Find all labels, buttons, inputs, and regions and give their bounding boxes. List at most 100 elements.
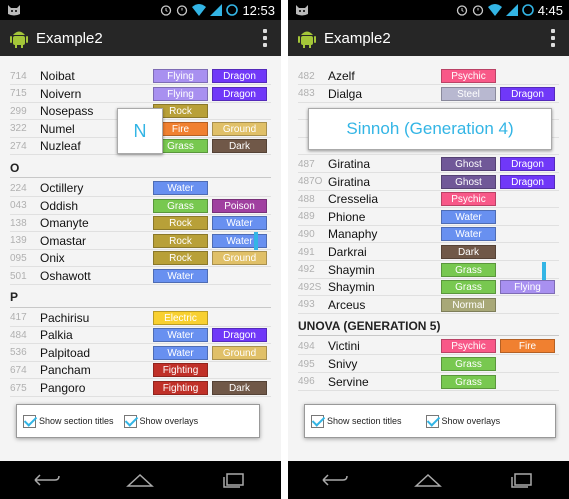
pokedex-number: 488	[298, 193, 315, 205]
back-icon[interactable]	[319, 470, 351, 490]
home-icon[interactable]	[412, 470, 444, 490]
type-badge: Psychic	[441, 69, 496, 83]
list-item[interactable]: 715 Noivern Flying Dragon	[10, 86, 271, 103]
pokemon-name: Onix	[40, 251, 65, 266]
pokedex-number: 139	[10, 235, 27, 247]
show-overlays-checkbox[interactable]: Show overlays	[123, 414, 198, 428]
show-section-titles-checkbox[interactable]: Show section titles	[311, 414, 402, 428]
pokedex-number: 043	[10, 200, 27, 212]
pokemon-name: Palkia	[40, 328, 73, 343]
app-title: Example2	[36, 29, 103, 47]
list-item[interactable]: 224 Octillery Water	[10, 180, 271, 197]
list-item[interactable]: 138 Omanyte Rock Water	[10, 215, 271, 233]
list-item[interactable]: 501 Oshawott Water	[10, 268, 271, 285]
pokemon-name: Giratina	[328, 174, 371, 189]
overflow-menu-icon[interactable]	[257, 26, 273, 50]
section-header: O	[10, 158, 271, 178]
home-icon[interactable]	[124, 470, 156, 490]
type-badge: Ground	[212, 345, 267, 360]
type-badge: Dragon	[500, 157, 555, 171]
pokemon-name: Oddish	[40, 198, 79, 213]
phone-right: 4:45 Example2 482 Azelf Psychic 483 Dialga St…	[288, 0, 569, 499]
pokedex-number: 492S	[298, 281, 322, 293]
list-item[interactable]: 139 Omastar Rock Water	[10, 233, 271, 250]
fast-scroll-thumb[interactable]	[254, 232, 258, 250]
list-item[interactable]: 496 Servine Grass	[298, 374, 559, 391]
recents-icon[interactable]	[218, 470, 250, 490]
pokedex-number: 491	[298, 246, 315, 258]
list-item[interactable]: 492 Shaymin Grass	[298, 262, 559, 279]
pokemon-list-view[interactable]: 482 Azelf Psychic 483 Dialga Steel Dragon 487 Gi…	[288, 56, 569, 461]
section-header: UNOVA (GENERATION 5)	[298, 316, 559, 337]
pokemon-name: Noibat	[40, 69, 75, 83]
wifi-icon	[487, 4, 502, 16]
type-badge: Water	[212, 233, 267, 248]
list-item[interactable]: 483 Dialga Steel Dragon	[298, 86, 559, 103]
android-icon	[10, 31, 28, 48]
pokedex-number: 487O	[298, 176, 323, 188]
type-badge: Dragon	[212, 328, 267, 343]
pokedex-number: 714	[10, 70, 27, 82]
list-item[interactable]: 095 Onix Rock Ground	[10, 250, 271, 268]
pokemon-name: Servine	[328, 374, 369, 389]
list-item[interactable]: 491 Darkrai Dark	[298, 244, 559, 261]
signal-icon	[505, 4, 518, 16]
type-badge: Electric	[153, 310, 208, 325]
pokemon-name: Shaymin	[328, 262, 375, 277]
type-badge: Psychic	[441, 339, 496, 354]
pokedex-number: 274	[10, 140, 27, 152]
type-badge: Dragon	[500, 86, 555, 101]
pokedex-number: 322	[10, 123, 27, 135]
list-item[interactable]: 674 Pancham Fighting	[10, 362, 271, 380]
type-badge: Fighting	[153, 363, 208, 378]
pokemon-name: Azelf	[328, 69, 355, 83]
list-item[interactable]: 494 Victini Psychic Fire	[298, 338, 559, 356]
type-badge: Dark	[212, 381, 267, 395]
action-bar: Example2	[0, 20, 281, 56]
type-badge: Ground	[212, 251, 267, 266]
list-item[interactable]: 484 Palkia Water Dragon	[10, 327, 271, 345]
alarm-clock-icon	[177, 5, 188, 16]
recents-icon[interactable]	[506, 470, 538, 490]
pokemon-name: Victini	[328, 339, 360, 354]
pokemon-name: Snivy	[328, 357, 358, 371]
pokemon-list-view[interactable]: 714 Noibat Flying Dragon 715 Noivern Flying Dra…	[0, 56, 281, 461]
section-overlay: Sinnoh (Generation 4)	[308, 108, 552, 150]
list-item[interactable]: 417 Pachirisu Electric	[10, 310, 271, 327]
list-item[interactable]: 487 Giratina Ghost Dragon	[298, 156, 559, 173]
list-item[interactable]: 493 Arceus Normal	[298, 297, 559, 314]
checkbox-label: Show overlays	[441, 416, 501, 426]
pokedex-number: 536	[10, 347, 27, 359]
back-icon[interactable]	[31, 470, 63, 490]
overflow-menu-icon[interactable]	[545, 26, 561, 50]
list-item[interactable]: 490 Manaphy Water	[298, 226, 559, 244]
list-item[interactable]: 495 Snivy Grass	[298, 356, 559, 373]
list-item[interactable]: 492S Shaymin Grass Flying	[298, 279, 559, 297]
pokemon-name: Pancham	[40, 363, 91, 378]
checkbox-checked-icon	[23, 414, 36, 428]
options-panel: Show section titles Show overlays	[16, 404, 260, 438]
type-badge: Normal	[441, 297, 496, 312]
type-badge: Water	[441, 227, 496, 242]
screens: 12:53 Example2 714 Noibat Flying Dragon 715 N…	[0, 0, 569, 499]
section-header: P	[10, 288, 271, 308]
status-bar: 12:53	[0, 0, 281, 20]
fast-scroll-thumb[interactable]	[542, 262, 546, 280]
type-badge: Grass	[441, 280, 496, 295]
pokemon-name: Pangoro	[40, 381, 86, 395]
pokemon-name: Manaphy	[328, 227, 378, 242]
cat-notification-icon	[8, 5, 20, 16]
list-item[interactable]: 714 Noibat Flying Dragon	[10, 68, 271, 85]
list-item[interactable]: 536 Palpitoad Water Ground	[10, 345, 271, 362]
list-item[interactable]: 675 Pangoro Fighting Dark	[10, 380, 271, 397]
list-item[interactable]: 043 Oddish Grass Poison	[10, 198, 271, 215]
list-item[interactable]: 488 Cresselia Psychic	[298, 191, 559, 209]
list-item[interactable]: 487O Giratina Ghost Dragon	[298, 174, 559, 191]
show-section-titles-checkbox[interactable]: Show section titles	[23, 414, 114, 428]
pokemon-name: Omanyte	[40, 216, 89, 231]
pokedex-number: 490	[298, 228, 315, 240]
wifi-icon	[192, 4, 207, 16]
list-item[interactable]: 489 Phione Water	[298, 209, 559, 226]
list-item[interactable]: 482 Azelf Psychic	[298, 68, 559, 85]
show-overlays-checkbox[interactable]: Show overlays	[425, 414, 501, 428]
